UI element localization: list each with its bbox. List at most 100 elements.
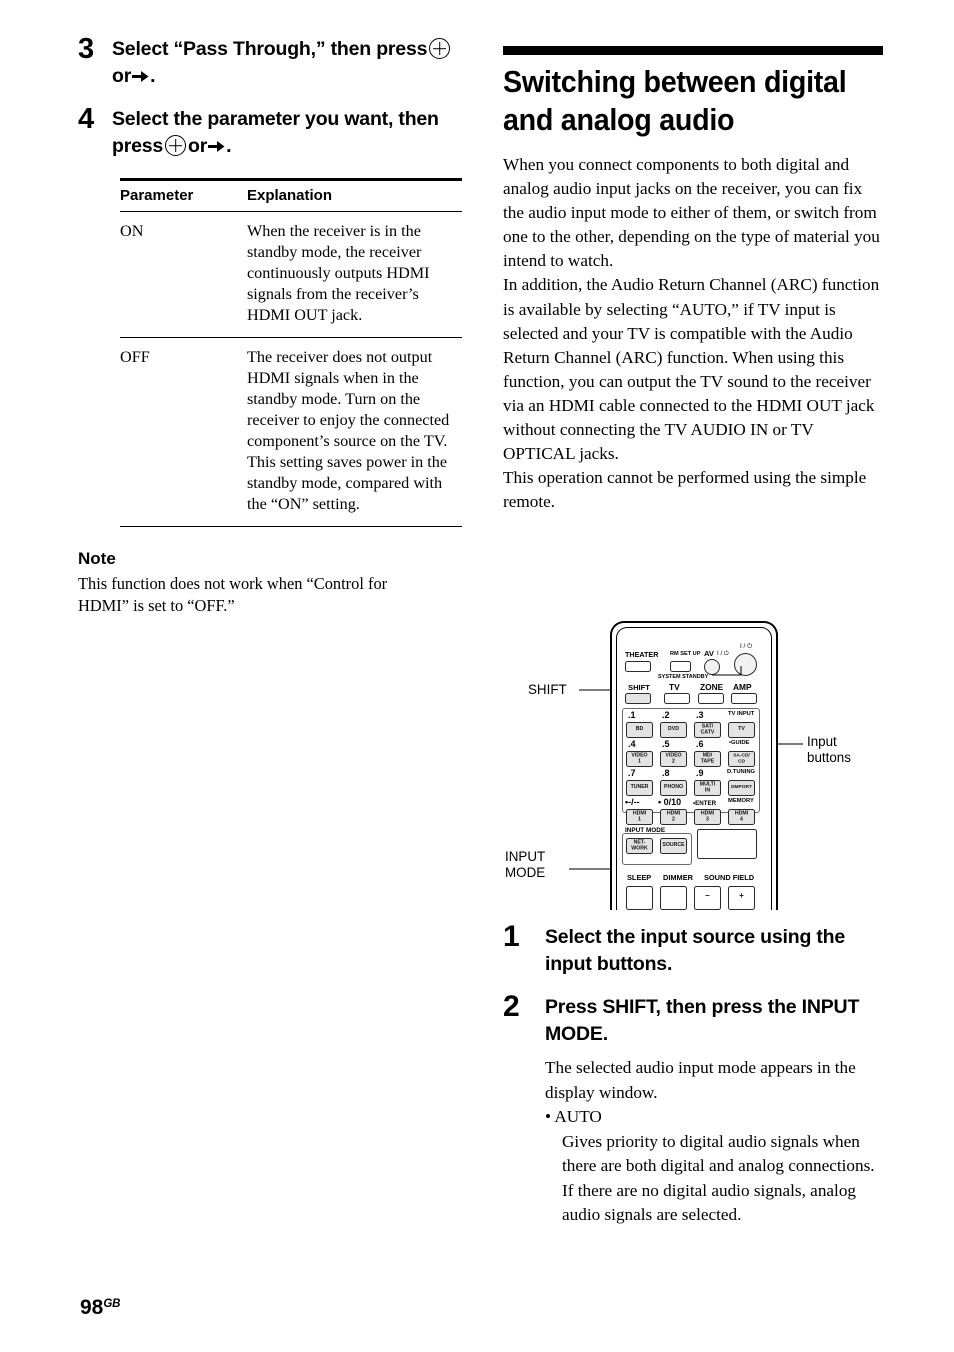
table-cell-explanation: When the receiver is in the standby mode…	[247, 211, 462, 338]
remote-button-md-tape-label: MD/ TAPE	[700, 752, 715, 764]
remote-button-hdmi-3-label: HDMI 3	[700, 810, 715, 822]
remote-button-multi-in[interactable]: MULTI IN	[694, 780, 721, 796]
remote-label-av: AV	[704, 649, 714, 658]
remote-number-1: .1	[628, 710, 636, 720]
step-3-text: Select “Pass Through,” then press or.	[112, 34, 468, 90]
remote-button-video-2[interactable]: VIDEO 2	[660, 751, 687, 767]
table-header-explanation: Explanation	[247, 178, 462, 212]
remote-button-hdmi-3[interactable]: HDMI 3	[694, 809, 721, 825]
remote-button-sound-field-minus-label: –	[705, 891, 710, 901]
remote-button-tv-label: TV	[738, 726, 745, 733]
step-2: 2 Press SHIFT, then press the INPUT MODE…	[503, 992, 893, 1048]
remote-button-source[interactable]: SOURCE	[660, 838, 687, 854]
step-3-text-before: Select “Pass Through,” then press	[112, 38, 428, 60]
remote-label-amp: AMP	[733, 682, 752, 692]
remote-display-panel	[697, 829, 757, 859]
remote-number-3: .3	[696, 710, 704, 720]
remote-button-video-1[interactable]: VIDEO 1	[626, 751, 653, 767]
remote-button-multi-in-label: MULTI IN	[699, 781, 716, 793]
table-row: ON When the receiver is in the standby m…	[120, 211, 462, 338]
remote-button-video-2-label: VIDEO 2	[665, 752, 682, 764]
remote-label-input-mode: INPUT MODE	[625, 827, 666, 834]
remote-button-theater[interactable]	[625, 661, 651, 672]
table-cell-parameter: OFF	[120, 337, 247, 527]
remote-button-sleep[interactable]	[626, 886, 653, 910]
remote-button-md-tape[interactable]: MD/ TAPE	[694, 751, 721, 767]
step-2-detail-auto-fallback: If there are no digital audio signals, a…	[562, 1180, 857, 1225]
step-1-number: 1	[503, 920, 520, 953]
remote-button-sacd-cd[interactable]: SA-CD/ CD	[728, 751, 755, 767]
remote-number-2: .2	[662, 710, 670, 720]
remote-number-8: .8	[662, 768, 670, 778]
step-4-number: 4	[78, 103, 94, 135]
page-title: Switching between digital and analog aud…	[503, 65, 847, 137]
step-4-text-middle: or	[188, 135, 208, 157]
remote-label-dimmer: DIMMER	[663, 873, 693, 882]
remote-control-figure: SHIFT Input buttons INPUT MODE THEATER R…	[503, 616, 893, 910]
remote-label-zone: ZONE	[700, 682, 724, 692]
remote-button-sound-field-plus[interactable]: +	[728, 886, 755, 910]
remote-button-tuner-label: TUNER	[630, 784, 649, 791]
remote-button-hdmi-4-label: HDMI 4	[734, 810, 749, 822]
remote-button-phono[interactable]: PHONO	[660, 780, 687, 796]
step-3: 3 Select “Pass Through,” then press or.	[78, 34, 468, 90]
remote-button-hdmi-1[interactable]: HDMI 1	[626, 809, 653, 825]
note-heading: Note	[78, 549, 116, 568]
remote-button-tuner[interactable]: TUNER	[626, 780, 653, 796]
remote-button-hdmi-4[interactable]: HDMI 4	[728, 809, 755, 825]
remote-label-amp-power-symbol: I / ⏻	[740, 643, 753, 650]
step-1-text: Select the input source using the input …	[545, 926, 846, 975]
remote-button-phono-label: PHONO	[663, 784, 684, 791]
remote-number-dash: •-/--	[625, 797, 640, 807]
remote-button-amp[interactable]	[731, 693, 757, 704]
remote-button-sat-catv[interactable]: SAT/ CATV	[694, 722, 721, 738]
remote-label-av-power-symbol: I / ⏻	[717, 650, 729, 657]
enter-icon	[165, 135, 187, 156]
remote-label-d-tuning: D.TUNING	[727, 769, 756, 775]
intro-paragraphs: When you connect components to both digi…	[503, 153, 885, 514]
step-2-text: Press SHIFT, then press the INPUT MODE.	[545, 996, 860, 1045]
remote-button-zone[interactable]	[698, 693, 724, 704]
remote-button-rm-set-up[interactable]	[670, 661, 691, 672]
remote-button-hdmi-1-label: HDMI 1	[632, 810, 647, 822]
remote-label-memory: MEMORY	[728, 798, 754, 804]
table-cell-explanation: The receiver does not output HDMI signal…	[247, 337, 462, 527]
right-arrow-icon	[208, 140, 225, 153]
remote-button-sound-field-minus[interactable]: –	[694, 886, 721, 910]
remote-button-dimmer[interactable]	[660, 886, 687, 910]
right-arrow-icon	[132, 70, 149, 83]
remote-label-tv-input: TV INPUT	[728, 711, 755, 717]
remote-label-shift: SHIFT	[628, 683, 650, 692]
callout-input-mode-label: INPUT MODE	[505, 849, 546, 880]
remote-number-7: .7	[628, 768, 636, 778]
remote-number-6: .6	[696, 739, 704, 749]
step-2-details: The selected audio input mode appears in…	[545, 1056, 893, 1228]
table-row: OFF The receiver does not output HDMI si…	[120, 337, 462, 527]
remote-control-body: THEATER RM SET UP AV I / ⏻ I / ⏻ SYSTEM …	[610, 621, 778, 910]
remote-button-tv[interactable]: TV	[728, 722, 755, 738]
page-number: 98	[80, 1296, 104, 1319]
remote-button-bd-label: BD	[635, 726, 644, 733]
page-folio: 98GB	[80, 1296, 120, 1320]
paragraph-2: In addition, the Audio Return Channel (A…	[503, 275, 880, 464]
remote-button-shift[interactable]	[625, 693, 651, 704]
remote-label-system-standby: SYSTEM STANDBY	[658, 674, 709, 680]
remote-button-source-label: SOURCE	[662, 842, 685, 849]
remote-button-network[interactable]: NET- WORK	[626, 838, 653, 854]
parameter-table: Parameter Explanation ON When the receiv…	[120, 178, 462, 527]
remote-button-dmport-label: DMPORT	[731, 785, 752, 791]
remote-number-0-10: • 0/10	[658, 797, 682, 807]
note-body: This function does not work when “Contro…	[78, 574, 388, 615]
remote-label-sleep: SLEEP	[627, 873, 652, 882]
paragraph-3: This operation cannot be performed using…	[503, 468, 867, 512]
remote-button-dvd[interactable]: DVD	[660, 722, 687, 738]
step-3-text-after: .	[150, 65, 156, 87]
remote-number-9: .9	[696, 768, 704, 778]
remote-button-dmport[interactable]: DMPORT	[728, 780, 755, 796]
remote-button-hdmi-2[interactable]: HDMI 2	[660, 809, 687, 825]
remote-button-sacd-cd-label: SA-CD/ CD	[733, 753, 750, 764]
remote-button-bd[interactable]: BD	[626, 722, 653, 738]
step-3-text-middle: or	[112, 65, 132, 87]
remote-button-tv-mode[interactable]	[664, 693, 690, 704]
callout-input-buttons-label: Input buttons	[807, 734, 851, 765]
